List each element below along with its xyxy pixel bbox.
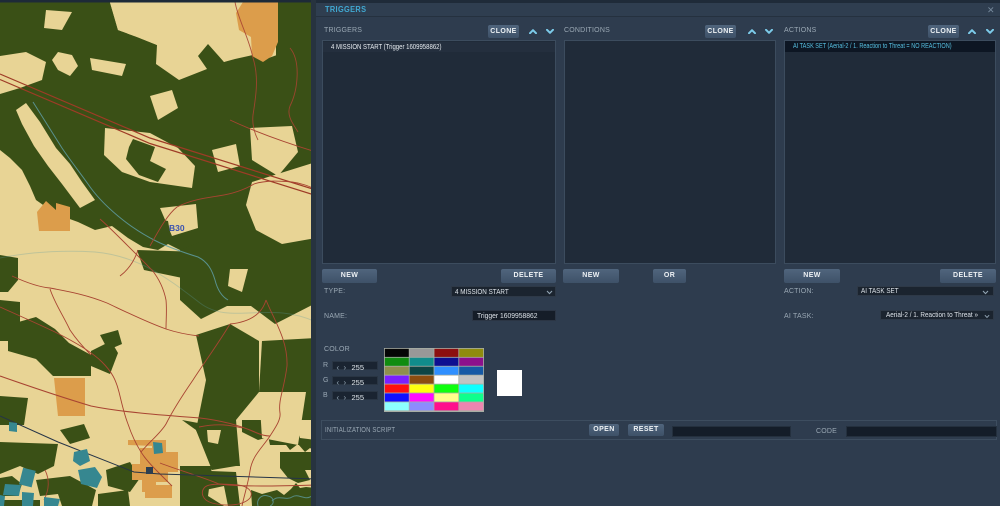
svg-text:B30: B30 (169, 223, 185, 233)
